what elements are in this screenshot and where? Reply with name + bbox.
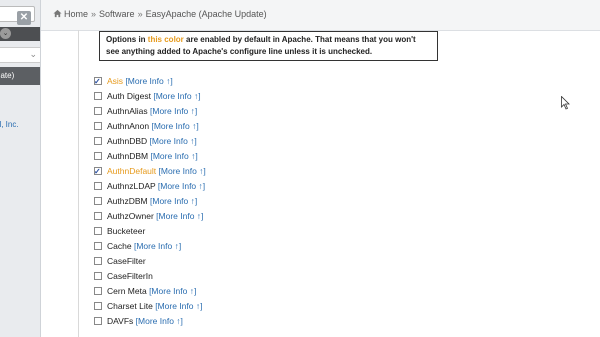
- module-checkbox[interactable]: [94, 242, 102, 250]
- module-checkbox[interactable]: [94, 272, 102, 280]
- module-checkbox[interactable]: [94, 227, 102, 235]
- module-option-row: AuthnzLDAP [More Info ↑]: [94, 179, 394, 194]
- module-checkbox[interactable]: [94, 92, 102, 100]
- module-option-row: AuthnDefault [More Info ↑]: [94, 164, 394, 179]
- module-name: Bucketeer: [107, 226, 146, 236]
- more-info-link[interactable]: [More Info ↑]: [150, 151, 197, 161]
- module-name: AuthnzLDAP: [107, 181, 156, 191]
- clear-search-icon[interactable]: ✕: [17, 11, 31, 25]
- module-option-row: DAVFs [More Info ↑]: [94, 314, 394, 329]
- module-checkbox[interactable]: [94, 122, 102, 130]
- apache-module-list: Asis [More Info ↑]Auth Digest [More Info…: [94, 74, 394, 329]
- sidebar-item-active[interactable]: date): [0, 67, 40, 85]
- more-info-link[interactable]: [More Info ↑]: [159, 166, 206, 176]
- breadcrumb-current: EasyApache (Apache Update): [145, 9, 267, 19]
- module-checkbox[interactable]: [94, 74, 102, 89]
- module-checkbox[interactable]: [94, 182, 102, 190]
- home-icon: [53, 9, 62, 18]
- module-checkbox[interactable]: [94, 212, 102, 220]
- module-option-row: AuthnAnon [More Info ↑]: [94, 119, 394, 134]
- module-name: Cache: [107, 241, 132, 251]
- module-option-row: AuthzOwner [More Info ↑]: [94, 209, 394, 224]
- module-name: AuthnAnon: [107, 121, 150, 131]
- notice-highlight: this color: [147, 35, 184, 44]
- module-checkbox[interactable]: [94, 137, 102, 145]
- module-option-row: Charset Lite [More Info ↑]: [94, 299, 394, 314]
- more-info-link[interactable]: [More Info ↑]: [149, 286, 196, 296]
- module-name: DAVFs: [107, 316, 134, 326]
- module-name: CaseFilterIn: [107, 271, 153, 281]
- chevron-down-icon: ⌄: [29, 49, 37, 59]
- module-option-row: AuthnAlias [More Info ↑]: [94, 104, 394, 119]
- chevron-down-icon[interactable]: ⌄: [0, 28, 11, 39]
- more-info-link[interactable]: [More Info ↑]: [125, 76, 172, 86]
- module-name: Asis: [107, 76, 124, 86]
- breadcrumb-bar: Home» Software» EasyApache (Apache Update): [41, 0, 600, 31]
- module-option-row: AuthzDBM [More Info ↑]: [94, 194, 394, 209]
- module-name: AuthzOwner: [107, 211, 154, 221]
- module-checkbox[interactable]: [94, 197, 102, 205]
- more-info-link[interactable]: [More Info ↑]: [134, 241, 181, 251]
- module-option-row: AuthnDBD [More Info ↑]: [94, 134, 394, 149]
- module-checkbox[interactable]: [94, 164, 102, 179]
- module-option-row: Auth Digest [More Info ↑]: [94, 89, 394, 104]
- module-name: CaseFilter: [107, 256, 146, 266]
- default-options-notice: Options in this color are enabled by def…: [99, 31, 438, 61]
- more-info-link[interactable]: [More Info ↑]: [155, 301, 202, 311]
- module-checkbox[interactable]: [94, 317, 102, 325]
- sidebar: ✕ ⌄ ⌄ date) el, Inc.: [0, 0, 41, 337]
- module-checkbox[interactable]: [94, 152, 102, 160]
- breadcrumb-software[interactable]: Software: [99, 9, 135, 19]
- module-option-row: Asis [More Info ↑]: [94, 74, 394, 89]
- more-info-link[interactable]: [More Info ↑]: [150, 106, 197, 116]
- more-info-link[interactable]: [More Info ↑]: [156, 211, 203, 221]
- module-checkbox[interactable]: [94, 302, 102, 310]
- module-name: AuthnAlias: [107, 106, 148, 116]
- module-checkbox[interactable]: [94, 107, 102, 115]
- module-name: Auth Digest: [107, 91, 151, 101]
- breadcrumb-home[interactable]: Home: [64, 9, 88, 19]
- module-option-row: CaseFilter: [94, 254, 394, 269]
- module-checkbox[interactable]: [94, 257, 102, 265]
- more-info-link[interactable]: [More Info ↑]: [158, 181, 205, 191]
- module-name: AuthnDBD: [107, 136, 148, 146]
- notice-text: Options in: [106, 35, 148, 44]
- module-name: AuthnDefault: [107, 166, 157, 176]
- module-option-row: CaseFilterIn: [94, 269, 394, 284]
- module-name: AuthnDBM: [107, 151, 149, 161]
- module-option-row: AuthnDBM [More Info ↑]: [94, 149, 394, 164]
- more-info-link[interactable]: [More Info ↑]: [153, 91, 200, 101]
- breadcrumb-separator: »: [137, 9, 143, 19]
- sidebar-collapse-row[interactable]: ⌄: [0, 27, 40, 41]
- mouse-cursor-icon: [561, 96, 570, 110]
- more-info-link[interactable]: [More Info ↑]: [150, 196, 197, 206]
- more-info-link[interactable]: [More Info ↑]: [150, 136, 197, 146]
- module-checkbox[interactable]: [94, 287, 102, 295]
- sidebar-company-link[interactable]: el, Inc.: [0, 120, 40, 129]
- more-info-link[interactable]: [More Info ↑]: [151, 121, 198, 131]
- module-option-row: Cern Meta [More Info ↑]: [94, 284, 394, 299]
- sidebar-select[interactable]: ⌄: [0, 47, 40, 63]
- module-name: AuthzDBM: [107, 196, 148, 206]
- breadcrumb-separator: »: [91, 9, 97, 19]
- module-name: Charset Lite: [107, 301, 153, 311]
- sidebar-search-input[interactable]: ✕: [0, 6, 35, 25]
- module-option-row: Bucketeer: [94, 224, 394, 239]
- more-info-link[interactable]: [More Info ↑]: [136, 316, 183, 326]
- module-name: Cern Meta: [107, 286, 147, 296]
- breadcrumb: Home» Software» EasyApache (Apache Update): [53, 9, 267, 19]
- content-divider: [78, 30, 79, 337]
- module-option-row: Cache [More Info ↑]: [94, 239, 394, 254]
